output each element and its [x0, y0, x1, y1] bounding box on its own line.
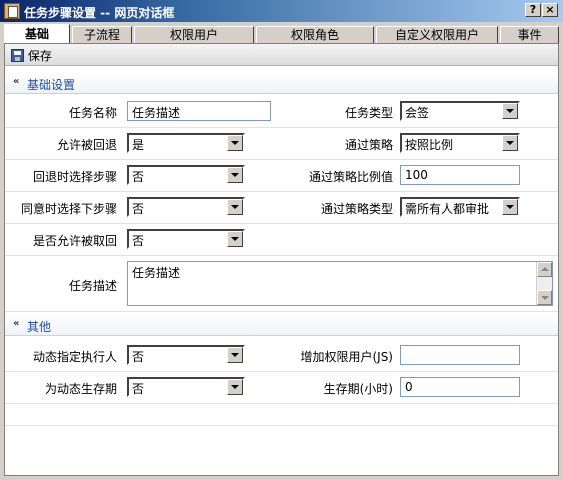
form-row: 动态指定执行人 否 增加权限用户(JS) [5, 340, 558, 372]
form-row: 任务描述 任务描述 [5, 256, 558, 312]
agree-choose-next-label: 同意时选择下步骤 [20, 202, 117, 216]
task-desc-value: 任务描述 [132, 266, 181, 280]
section-basic-title: 基础设置 [27, 78, 76, 92]
add-perm-user-input[interactable] [400, 345, 520, 365]
section-other-title: 其他 [27, 320, 52, 334]
allow-retrieve-value: 否 [132, 234, 145, 248]
agree-choose-next-value: 否 [132, 202, 145, 216]
dynamic-executor-label: 动态指定执行人 [32, 350, 117, 364]
section-other-header[interactable]: « 其他 [5, 315, 558, 336]
add-perm-user-label: 增加权限用户(JS) [300, 350, 393, 364]
dropdown-arrow-icon[interactable] [502, 199, 518, 215]
form-row: 是否允许被取回 否 [5, 224, 558, 256]
allow-retrieve-label: 是否允许被取回 [32, 234, 117, 248]
dropdown-arrow-icon[interactable] [227, 167, 243, 183]
dynamic-executor-select[interactable]: 否 [127, 345, 245, 365]
task-desc-textarea[interactable]: 任务描述 [127, 261, 553, 306]
pass-strategy-value: 按照比例 [405, 138, 454, 152]
form-row: 任务名称 任务描述 任务类型 会签 [5, 96, 558, 128]
allow-rollback-select[interactable]: 是 [127, 133, 245, 153]
toolbar: 保存 [5, 44, 558, 66]
pass-strategy-type-value: 需所有人都审批 [405, 202, 490, 216]
dynamic-lifetime-select[interactable]: 否 [127, 377, 245, 397]
dropdown-arrow-icon[interactable] [502, 103, 518, 119]
rollback-choose-step-select[interactable]: 否 [127, 165, 245, 185]
form-row: 允许被回退 是 通过策略 按照比例 [5, 128, 558, 160]
dropdown-arrow-icon[interactable] [502, 135, 518, 151]
dynamic-lifetime-value: 否 [132, 382, 145, 396]
collapse-icon: « [13, 76, 20, 87]
textarea-scrollbar[interactable] [536, 262, 552, 305]
collapse-icon: « [13, 318, 20, 329]
dropdown-arrow-icon[interactable] [227, 135, 243, 151]
task-desc-label: 任务描述 [68, 279, 117, 293]
agree-choose-next-select[interactable]: 否 [127, 197, 245, 217]
task-name-label: 任务名称 [68, 106, 117, 120]
close-button[interactable]: × [542, 3, 558, 17]
lifetime-hours-label: 生存期(小时) [323, 382, 393, 396]
pass-strategy-type-select[interactable]: 需所有人都审批 [400, 197, 520, 217]
save-button[interactable]: 保存 [11, 47, 52, 63]
dynamic-lifetime-label: 为动态生存期 [44, 382, 117, 396]
dropdown-arrow-icon[interactable] [227, 199, 243, 215]
form-row [5, 404, 558, 426]
task-type-select[interactable]: 会签 [400, 101, 520, 121]
allow-rollback-label: 允许被回退 [56, 138, 117, 152]
allow-retrieve-select[interactable]: 否 [127, 229, 245, 249]
pass-ratio-label: 通过策略比例值 [308, 170, 393, 184]
task-type-label: 任务类型 [344, 106, 393, 120]
form-row: 回退时选择步骤 否 通过策略比例值 100 [5, 160, 558, 192]
task-name-input[interactable]: 任务描述 [127, 101, 271, 121]
tab-permission-roles[interactable]: 权限角色 [256, 26, 374, 44]
tab-bar: 基础 子流程 权限用户 权限角色 自定义权限用户 事件 [4, 24, 559, 44]
content-panel: 保存 « 基础设置 任务名称 任务描述 任务类型 会签 允许被回退 是 通过策略… [4, 43, 559, 476]
tab-events[interactable]: 事件 [500, 26, 559, 44]
tab-subprocess[interactable]: 子流程 [72, 26, 132, 44]
dialog-icon [4, 3, 20, 19]
tab-custom-permission-users[interactable]: 自定义权限用户 [376, 26, 498, 44]
dynamic-executor-value: 否 [132, 350, 145, 364]
pass-strategy-select[interactable]: 按照比例 [400, 133, 520, 153]
scroll-down-icon[interactable] [537, 290, 552, 305]
window-title: 任务步骤设置 -- 网页对话框 [24, 6, 175, 20]
help-button[interactable]: ? [525, 3, 541, 17]
dropdown-arrow-icon[interactable] [227, 231, 243, 247]
task-type-value: 会签 [405, 106, 430, 120]
allow-rollback-value: 是 [132, 138, 145, 152]
dropdown-arrow-icon[interactable] [227, 347, 243, 363]
form-row: 同意时选择下步骤 否 通过策略类型 需所有人都审批 [5, 192, 558, 224]
save-icon [11, 49, 24, 62]
pass-ratio-input[interactable]: 100 [400, 165, 520, 185]
section-basic-header[interactable]: « 基础设置 [5, 73, 558, 94]
dropdown-arrow-icon[interactable] [227, 379, 243, 395]
scroll-up-icon[interactable] [537, 262, 552, 277]
rollback-choose-step-value: 否 [132, 170, 145, 184]
pass-strategy-type-label: 通过策略类型 [320, 202, 393, 216]
save-label: 保存 [27, 49, 52, 63]
pass-strategy-label: 通过策略 [344, 138, 393, 152]
tab-permission-users[interactable]: 权限用户 [134, 26, 254, 44]
window-title-bar: 任务步骤设置 -- 网页对话框 ? × [0, 0, 563, 22]
form-row: 为动态生存期 否 生存期(小时) 0 [5, 372, 558, 404]
tab-basic[interactable]: 基础 [4, 24, 70, 44]
lifetime-hours-input[interactable]: 0 [400, 377, 520, 397]
rollback-choose-step-label: 回退时选择步骤 [32, 170, 117, 184]
